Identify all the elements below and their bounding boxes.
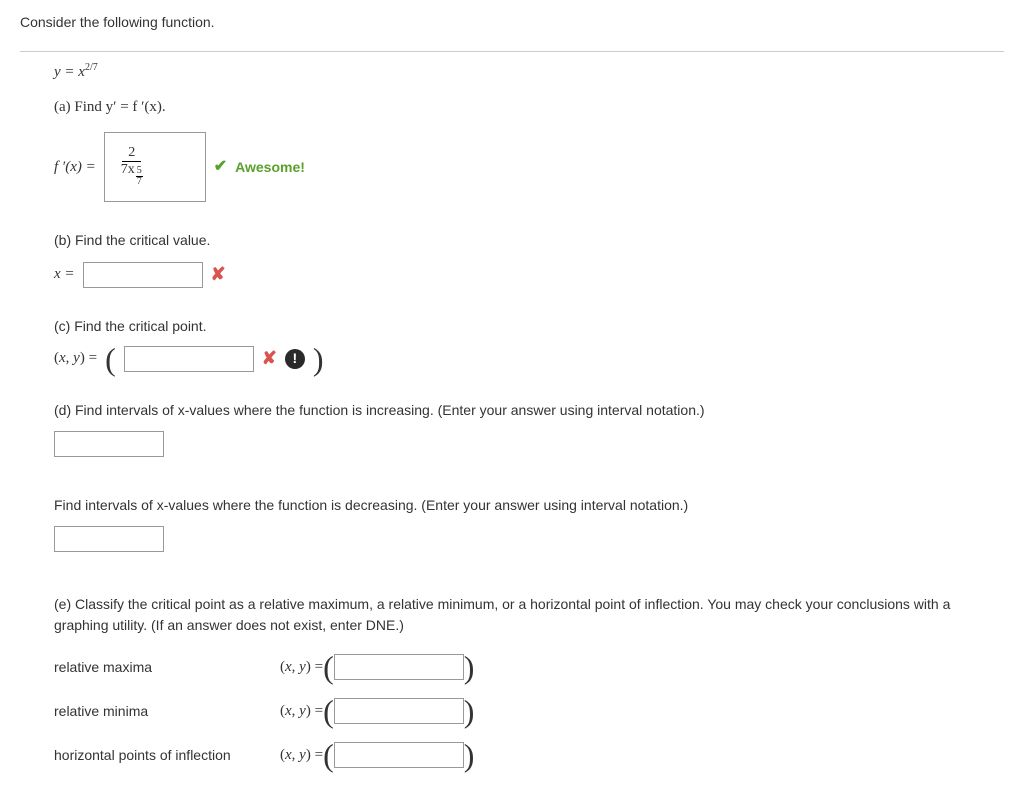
intro-text: Consider the following function.: [20, 12, 1004, 33]
part-d-increasing-input[interactable]: [54, 431, 164, 457]
inflection-label: horizontal points of inflection: [54, 745, 280, 766]
open-paren-icon: (: [323, 742, 334, 768]
part-a-answer-box[interactable]: 2 7x 5 7: [104, 132, 206, 202]
cross-icon: ✘: [262, 345, 277, 372]
function-equation: y = x2/7: [54, 64, 98, 80]
relative-maxima-input[interactable]: [334, 654, 464, 680]
part-e-prompt: (e) Classify the critical point as a rel…: [54, 594, 1004, 636]
part-b-input[interactable]: [83, 262, 203, 288]
part-a-numerator: 2: [122, 145, 141, 161]
cross-icon: ✘: [211, 261, 226, 288]
part-a-denominator: 7x 5 7: [115, 162, 149, 189]
close-paren-icon: ): [464, 698, 475, 724]
part-a-prompt: (a) Find y′ = f ′(x).: [54, 96, 1004, 119]
relative-maxima-label: relative maxima: [54, 657, 280, 678]
close-paren-icon: ): [464, 654, 475, 680]
part-c-prompt: (c) Find the critical point.: [54, 316, 1004, 337]
part-d-decreasing-input[interactable]: [54, 526, 164, 552]
relative-minima-lhs: (x, y) =: [280, 700, 323, 723]
part-d-decreasing-prompt: Find intervals of x-values where the fun…: [54, 495, 1004, 516]
close-paren-icon: ): [313, 346, 324, 372]
part-c-lhs: (x, y) =: [54, 347, 97, 370]
inflection-input[interactable]: [334, 742, 464, 768]
open-paren-icon: (: [323, 698, 334, 724]
part-b-prompt: (b) Find the critical value.: [54, 230, 1004, 251]
part-a-lhs: f ′(x) =: [54, 156, 96, 179]
relative-minima-input[interactable]: [334, 698, 464, 724]
check-icon: ✔: [214, 155, 227, 179]
part-d-increasing-prompt: (d) Find intervals of x-values where the…: [54, 400, 1004, 421]
part-c-input[interactable]: [124, 346, 254, 372]
warning-icon[interactable]: !: [285, 349, 305, 369]
part-a-feedback: Awesome!: [235, 157, 305, 178]
open-paren-icon: (: [105, 346, 116, 372]
part-b-lhs: x =: [54, 263, 75, 286]
relative-minima-label: relative minima: [54, 701, 280, 722]
open-paren-icon: (: [323, 654, 334, 680]
inflection-lhs: (x, y) =: [280, 744, 323, 767]
relative-maxima-lhs: (x, y) =: [280, 656, 323, 679]
close-paren-icon: ): [464, 742, 475, 768]
